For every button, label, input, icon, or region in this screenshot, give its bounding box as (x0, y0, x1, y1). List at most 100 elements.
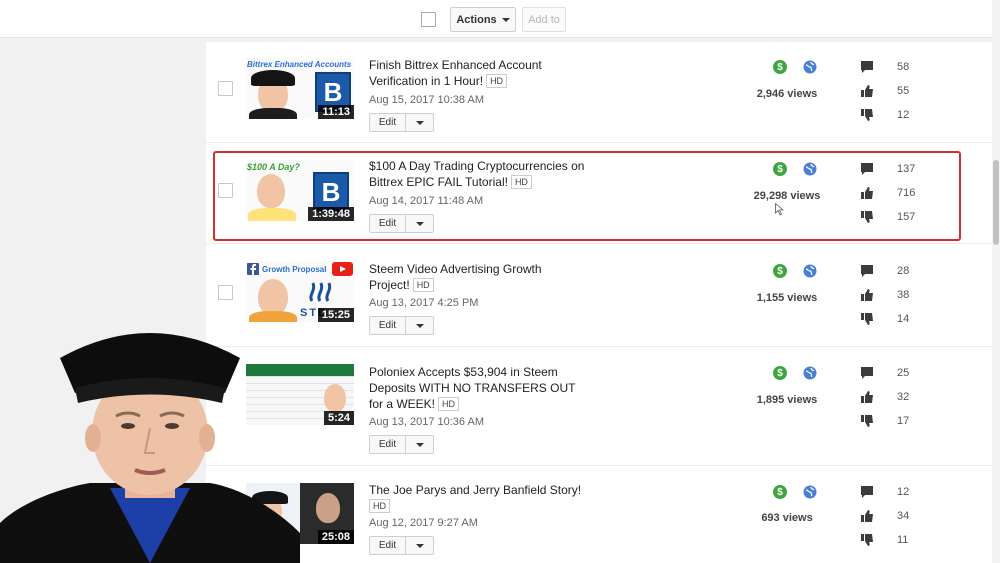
video-date: Aug 13, 2017 10:36 AM (369, 416, 484, 428)
video-thumbnail[interactable]: Bittrex Enhanced Accounts B 11:13 (246, 58, 354, 119)
add-to-label: Add to (528, 13, 560, 26)
video-list: Bittrex Enhanced Accounts B 11:13 Finish… (206, 42, 992, 563)
like-count: 55 (897, 85, 910, 97)
video-duration: 15:25 (317, 308, 354, 322)
scrollbar-thumb[interactable] (993, 160, 999, 245)
presenter-webcam-overlay (0, 318, 300, 563)
view-count: 1,155 views (756, 292, 818, 304)
shirt (249, 108, 297, 119)
guest-face (316, 493, 340, 523)
video-duration: 5:24 (323, 411, 354, 425)
video-title[interactable]: The Joe Parys and Jerry Banfield Story! H… (369, 482, 599, 514)
thumbnail-caption: Bittrex Enhanced Accounts (247, 60, 352, 69)
edit-menu-button[interactable] (406, 537, 433, 554)
thumbs-down-icon (861, 534, 873, 546)
chevron-down-icon (415, 323, 424, 328)
dislike-count: 11 (897, 534, 909, 546)
hd-badge: HD (369, 499, 390, 513)
thumbs-up-icon (861, 85, 873, 97)
edit-menu-button[interactable] (406, 436, 433, 453)
add-to-button[interactable]: Add to (522, 7, 566, 32)
globe-icon[interactable] (803, 366, 817, 380)
view-count: 1,895 views (756, 394, 818, 406)
video-thumbnail[interactable]: Growth Proposal STE 15:25 (246, 261, 354, 322)
comment-icon[interactable] (860, 366, 874, 380)
graduation-cap (251, 70, 295, 86)
comment-count: 25 (897, 367, 910, 379)
select-all-checkbox[interactable] (421, 12, 436, 27)
video-title[interactable]: Poloniex Accepts $53,904 in Steem Deposi… (369, 364, 589, 412)
hd-badge: HD (412, 278, 434, 292)
monetization-icon[interactable]: $ (773, 485, 787, 499)
comment-icon[interactable] (860, 60, 874, 74)
globe-icon[interactable] (803, 264, 817, 278)
comment-icon[interactable] (860, 264, 874, 278)
presenter-face (324, 384, 346, 412)
edit-button[interactable]: Edit (370, 114, 406, 131)
view-count: 2,946 views (756, 88, 818, 100)
video-title-text: Steem Video Advertising Growth Project! (369, 262, 542, 292)
video-row: Growth Proposal STE 15:25 Steem Video Ad… (206, 244, 992, 347)
globe-icon[interactable] (803, 60, 817, 74)
thumbs-up-icon (861, 391, 873, 403)
video-row: Bittrex Enhanced Accounts B 11:13 Finish… (206, 42, 992, 143)
chevron-down-icon (415, 442, 424, 447)
edit-button-group: Edit (369, 316, 434, 335)
monetization-icon[interactable]: $ (773, 264, 787, 278)
toolbar: Actions Add to (0, 0, 1000, 38)
actions-label: Actions (456, 13, 497, 26)
comment-count: 12 (897, 486, 910, 498)
video-date: Aug 15, 2017 10:38 AM (369, 94, 484, 106)
edit-button-group: Edit (369, 435, 434, 454)
edit-menu-button[interactable] (406, 317, 433, 334)
row-checkbox[interactable] (218, 81, 233, 96)
video-title-text: The Joe Parys and Jerry Banfield Story! (369, 483, 582, 497)
thumbs-down-icon (861, 313, 873, 325)
video-duration: 25:08 (317, 530, 354, 544)
video-date: Aug 12, 2017 9:27 AM (369, 517, 478, 529)
monetization-icon[interactable]: $ (773, 60, 787, 74)
edit-button[interactable]: Edit (370, 436, 406, 453)
video-title[interactable]: Finish Bittrex Enhanced Account Verifica… (369, 57, 599, 89)
edit-button-group: Edit (369, 113, 434, 132)
thumbs-up-icon (861, 289, 873, 301)
thumbs-up-icon (861, 510, 873, 522)
hd-badge: HD (486, 74, 508, 88)
globe-icon[interactable] (803, 485, 817, 499)
video-row: 5:24 Poloniex Accepts $53,904 in Steem D… (206, 347, 992, 466)
video-title-text: Poloniex Accepts $53,904 in Steem Deposi… (369, 365, 576, 411)
facebook-icon (247, 263, 259, 275)
highlight-box (213, 151, 961, 241)
like-count: 34 (897, 510, 910, 522)
comment-count: 58 (897, 61, 910, 73)
chevron-down-icon (415, 120, 424, 125)
mouse-cursor-icon (775, 203, 784, 216)
edit-button[interactable]: Edit (370, 537, 406, 554)
chevron-down-icon (501, 17, 510, 22)
presenter-image (0, 333, 300, 563)
scrollbar-track[interactable] (992, 0, 1000, 563)
comment-count: 28 (897, 265, 910, 277)
edit-menu-button[interactable] (406, 114, 433, 131)
edit-button-group: Edit (369, 536, 434, 555)
video-title-text: Finish Bittrex Enhanced Account Verifica… (369, 58, 542, 88)
video-row: 25:08 The Joe Parys and Jerry Banfield S… (206, 466, 992, 563)
thumbs-down-icon (861, 415, 873, 427)
thumbnail-caption: Growth Proposal (262, 265, 327, 274)
video-duration: 11:13 (318, 105, 354, 119)
video-title[interactable]: Steem Video Advertising Growth Project! H… (369, 261, 559, 293)
like-count: 38 (897, 289, 910, 301)
edit-button[interactable]: Edit (370, 317, 406, 334)
chevron-down-icon (415, 543, 424, 548)
view-count: 693 views (761, 512, 813, 524)
thumbs-down-icon (861, 109, 873, 121)
actions-button[interactable]: Actions (450, 7, 516, 32)
dislike-count: 14 (897, 313, 910, 325)
dislike-count: 12 (897, 109, 910, 121)
presenter-face (258, 279, 288, 315)
video-date: Aug 13, 2017 4:25 PM (369, 297, 479, 309)
row-checkbox[interactable] (218, 285, 233, 300)
monetization-icon[interactable]: $ (773, 366, 787, 380)
comment-icon[interactable] (860, 485, 874, 499)
like-count: 32 (897, 391, 910, 403)
